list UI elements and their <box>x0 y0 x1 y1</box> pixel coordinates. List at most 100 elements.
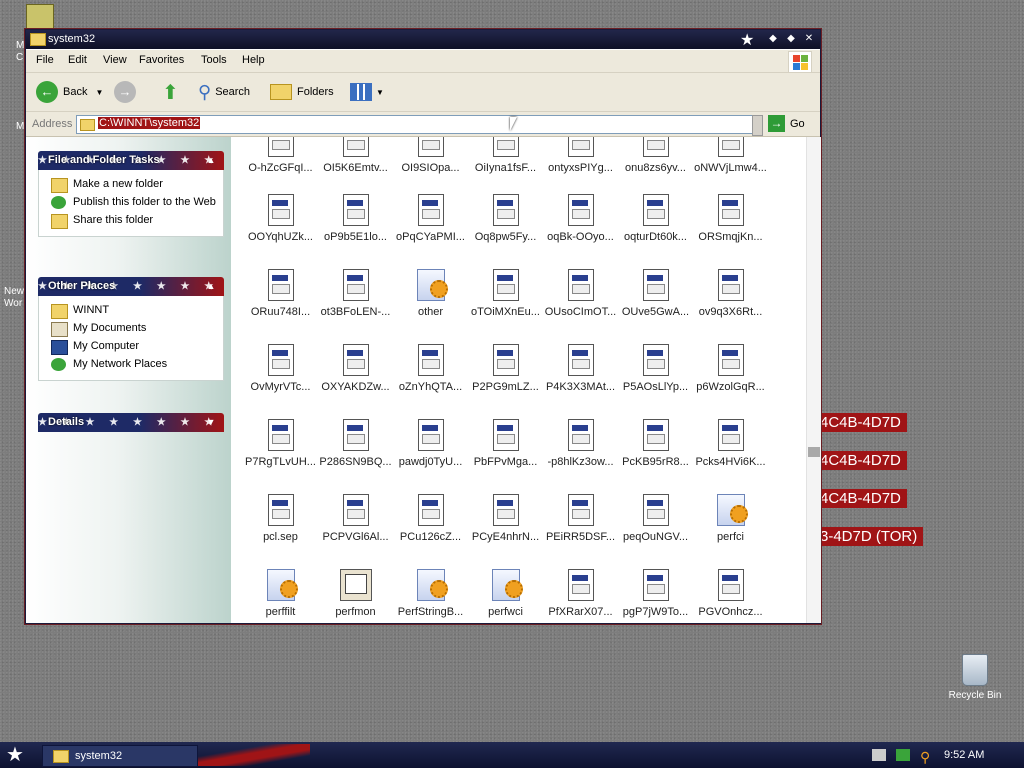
file-item[interactable]: oqturDt60k... <box>618 194 693 243</box>
task-make-folder[interactable]: Make a new folder <box>39 176 223 194</box>
menu-favorites[interactable]: Favorites <box>139 54 184 66</box>
file-item[interactable]: PCu126cZ... <box>393 494 468 543</box>
maximize-button[interactable]: ◆ <box>784 32 798 46</box>
file-item[interactable]: oZnYhQTA... <box>393 344 468 393</box>
panel-header[interactable]: ★ ★ ★ ★ ★ ★ ★ ★ File and Folder Tasks ▲ <box>38 151 224 170</box>
file-item[interactable]: perfci <box>693 494 768 543</box>
file-item[interactable]: OvMyrVTc... <box>243 344 318 393</box>
place-my-network[interactable]: My Network Places <box>39 356 223 374</box>
file-item[interactable]: ontyxsPIYg... <box>543 137 618 174</box>
panel-header[interactable]: ★ ★ ★ ★ ★ ★ ★ ★ Details ▼ <box>38 413 224 432</box>
file-label: PCyE4nhrN... <box>471 531 540 543</box>
file-item[interactable]: pawdj0TyU... <box>393 419 468 468</box>
menu-edit[interactable]: Edit <box>68 54 87 66</box>
file-item[interactable]: oTOiMXnEu... <box>468 269 543 318</box>
title-bar[interactable]: system32 ★ ◆ ◆ ✕ <box>26 30 820 49</box>
place-winnt[interactable]: WINNT <box>39 302 223 320</box>
document-icon <box>567 419 594 451</box>
file-item[interactable]: other <box>393 269 468 318</box>
keyboard-icon[interactable] <box>872 749 886 761</box>
file-item[interactable]: P4K3X3MAt... <box>543 344 618 393</box>
file-item[interactable]: oP9b5E1lo... <box>318 194 393 243</box>
search-button[interactable]: ⚲ Search <box>198 80 250 104</box>
up-folder-button[interactable]: ⬆ <box>162 80 179 104</box>
recycle-bin[interactable]: Recycle Bin <box>940 654 1010 701</box>
file-item[interactable]: perfmon <box>318 569 393 618</box>
go-button[interactable]: → Go <box>768 115 805 132</box>
file-item[interactable]: OOYqhUZk... <box>243 194 318 243</box>
close-button[interactable]: ✕ <box>802 32 816 46</box>
file-item[interactable]: P7RgTLvUH... <box>243 419 318 468</box>
file-item[interactable]: PCPVGl6Al... <box>318 494 393 543</box>
file-item[interactable]: PGVOnhcz... <box>693 569 768 618</box>
task-share-folder[interactable]: Share this folder <box>39 212 223 230</box>
chevron-down-icon[interactable]: ▼ <box>204 415 218 429</box>
file-item[interactable]: PerfStringB... <box>393 569 468 618</box>
file-item[interactable]: O-hZcGFqI... <box>243 137 318 174</box>
file-item[interactable]: peqOuNGV... <box>618 494 693 543</box>
file-item[interactable]: oqBk-OOyo... <box>543 194 618 243</box>
task-publish-web[interactable]: Publish this folder to the Web <box>39 194 223 212</box>
place-my-documents[interactable]: My Documents <box>39 320 223 338</box>
file-label: OI9SIOpa... <box>401 162 460 174</box>
file-item[interactable]: OXYAKDZw... <box>318 344 393 393</box>
menu-help[interactable]: Help <box>242 54 265 66</box>
file-item[interactable]: Pcks4HVi6K... <box>693 419 768 468</box>
menu-view[interactable]: View <box>103 54 127 66</box>
minimize-button[interactable]: ◆ <box>766 32 780 46</box>
file-item[interactable]: ot3BFoLEN-... <box>318 269 393 318</box>
document-icon <box>492 194 519 226</box>
file-item[interactable]: OI5K6Emtv... <box>318 137 393 174</box>
views-button[interactable]: ▼ <box>350 80 384 104</box>
file-item[interactable]: pgP7jW9To... <box>618 569 693 618</box>
panel-title: Other Places <box>48 280 116 292</box>
chevron-up-icon[interactable]: ▲ <box>204 279 218 293</box>
file-item[interactable]: oPqCYaPMI... <box>393 194 468 243</box>
file-label: PGVOnhcz... <box>698 606 763 618</box>
file-item[interactable]: ORSmqjKn... <box>693 194 768 243</box>
file-item[interactable]: onu8zs6yv... <box>618 137 693 174</box>
file-item[interactable]: p6WzolGqR... <box>693 344 768 393</box>
file-item[interactable]: P286SN9BQ... <box>318 419 393 468</box>
network-icon[interactable] <box>896 749 910 761</box>
file-item[interactable]: ORuu748I... <box>243 269 318 318</box>
file-item[interactable]: OiIyna1fsF... <box>468 137 543 174</box>
file-item[interactable]: PcKB95rR8... <box>618 419 693 468</box>
menu-tools[interactable]: Tools <box>201 54 227 66</box>
file-item[interactable]: pcl.sep <box>243 494 318 543</box>
file-item[interactable]: perffilt <box>243 569 318 618</box>
search-icon[interactable]: ⚲ <box>920 749 934 765</box>
file-item[interactable]: -p8hlKz3ow... <box>543 419 618 468</box>
file-item[interactable]: OUve5GwA... <box>618 269 693 318</box>
file-item[interactable]: OI9SIOpa... <box>393 137 468 174</box>
chevron-up-icon[interactable]: ▲ <box>204 153 218 167</box>
file-folder-tasks-panel: ★ ★ ★ ★ ★ ★ ★ ★ File and Folder Tasks ▲ … <box>38 151 224 237</box>
address-dropdown[interactable] <box>752 115 763 136</box>
place-my-computer[interactable]: My Computer <box>39 338 223 356</box>
file-item[interactable]: Oq8pw5Fy... <box>468 194 543 243</box>
clock[interactable]: 9:52 AM <box>944 749 984 761</box>
document-icon <box>342 194 369 226</box>
menu-file[interactable]: File <box>36 54 54 66</box>
forward-button[interactable]: → <box>114 80 141 104</box>
file-item[interactable]: PCyE4nhrN... <box>468 494 543 543</box>
taskbar-button-system32[interactable]: system32 <box>42 745 198 767</box>
folders-button[interactable]: Folders <box>270 80 334 104</box>
file-item[interactable]: PEiRR5DSF... <box>543 494 618 543</box>
vertical-scrollbar[interactable] <box>806 137 821 623</box>
desktop-computer-icon[interactable] <box>26 4 54 32</box>
file-item[interactable]: OUsoCImOT... <box>543 269 618 318</box>
file-item[interactable]: PfXRarX07... <box>543 569 618 618</box>
address-input[interactable]: C:\WINNT\system32 <box>76 115 754 134</box>
file-item[interactable]: ov9q3X6Rt... <box>693 269 768 318</box>
file-item[interactable]: perfwci <box>468 569 543 618</box>
start-button[interactable]: ★ <box>6 744 24 766</box>
document-icon <box>342 419 369 451</box>
back-button[interactable]: ← Back ▼ <box>36 80 103 104</box>
scroll-thumb[interactable] <box>808 447 820 457</box>
file-item[interactable]: PbFPvMga... <box>468 419 543 468</box>
file-item[interactable]: oNWVjLmw4... <box>693 137 768 174</box>
file-item[interactable]: P2PG9mLZ... <box>468 344 543 393</box>
file-item[interactable]: P5AOsLlYp... <box>618 344 693 393</box>
panel-header[interactable]: ★ ★ ★ ★ ★ ★ ★ ★ Other Places ▲ <box>38 277 224 296</box>
